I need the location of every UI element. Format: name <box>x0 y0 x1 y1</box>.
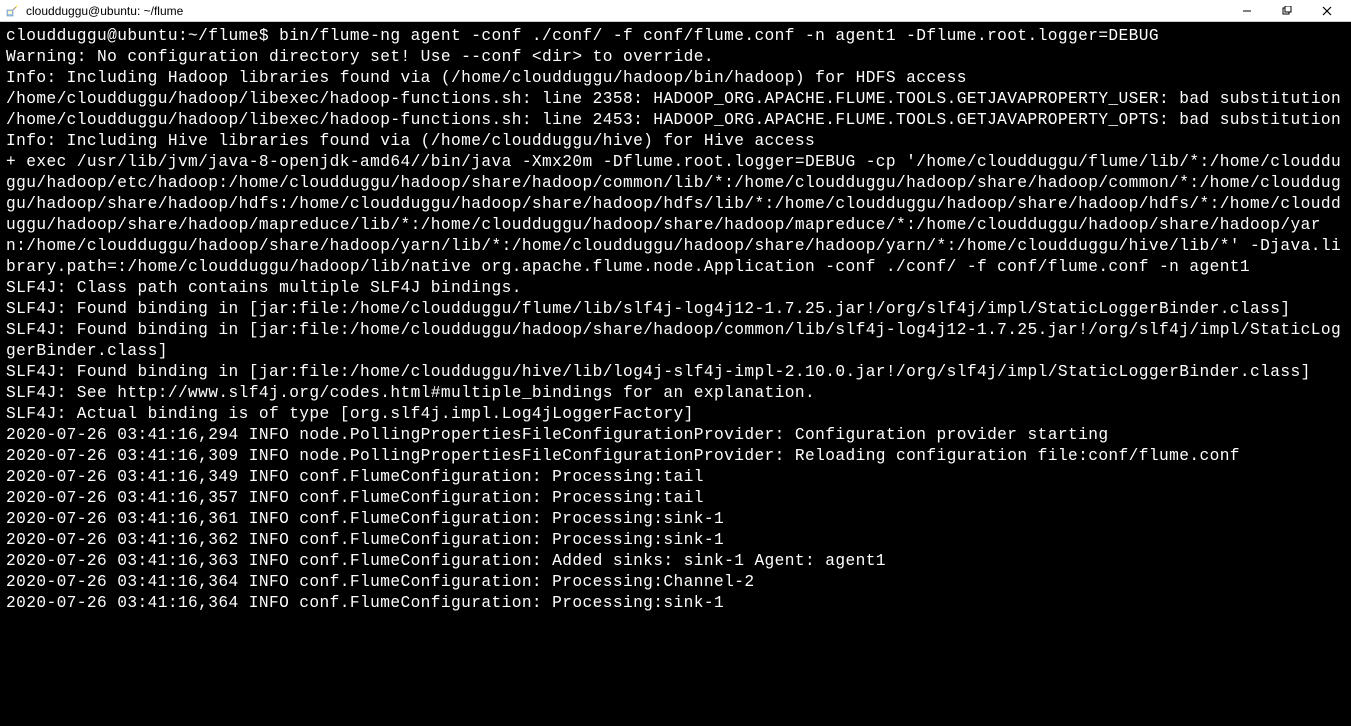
terminal-line: SLF4J: Class path contains multiple SLF4… <box>6 278 1345 299</box>
terminal-line: 2020-07-26 03:41:16,364 INFO conf.FlumeC… <box>6 593 1345 614</box>
close-button[interactable] <box>1307 0 1347 22</box>
minimize-button[interactable] <box>1227 0 1267 22</box>
window-controls <box>1227 0 1347 22</box>
window-titlebar: cloudduggu@ubuntu: ~/flume <box>0 0 1351 22</box>
terminal-line: Info: Including Hive libraries found via… <box>6 131 1345 152</box>
putty-icon <box>4 3 20 19</box>
terminal-line: 2020-07-26 03:41:16,362 INFO conf.FlumeC… <box>6 530 1345 551</box>
maximize-button[interactable] <box>1267 0 1307 22</box>
terminal-line: Warning: No configuration directory set!… <box>6 47 1345 68</box>
terminal-line: 2020-07-26 03:41:16,349 INFO conf.FlumeC… <box>6 467 1345 488</box>
terminal-output[interactable]: cloudduggu@ubuntu:~/flume$ bin/flume-ng … <box>0 22 1351 618</box>
terminal-line: 2020-07-26 03:41:16,363 INFO conf.FlumeC… <box>6 551 1345 572</box>
terminal-line: 2020-07-26 03:41:16,364 INFO conf.FlumeC… <box>6 572 1345 593</box>
terminal-line: 2020-07-26 03:41:16,357 INFO conf.FlumeC… <box>6 488 1345 509</box>
terminal-line: 2020-07-26 03:41:16,361 INFO conf.FlumeC… <box>6 509 1345 530</box>
terminal-line: SLF4J: See http://www.slf4j.org/codes.ht… <box>6 383 1345 404</box>
terminal-line: SLF4J: Found binding in [jar:file:/home/… <box>6 362 1345 383</box>
window-title: cloudduggu@ubuntu: ~/flume <box>26 4 1227 18</box>
terminal-line: 2020-07-26 03:41:16,309 INFO node.Pollin… <box>6 446 1345 467</box>
terminal-line: SLF4J: Found binding in [jar:file:/home/… <box>6 320 1345 362</box>
terminal-line: SLF4J: Found binding in [jar:file:/home/… <box>6 299 1345 320</box>
terminal-line: /home/cloudduggu/hadoop/libexec/hadoop-f… <box>6 110 1345 131</box>
terminal-line: Info: Including Hadoop libraries found v… <box>6 68 1345 89</box>
terminal-line: SLF4J: Actual binding is of type [org.sl… <box>6 404 1345 425</box>
terminal-line: + exec /usr/lib/jvm/java-8-openjdk-amd64… <box>6 152 1345 278</box>
terminal-line: cloudduggu@ubuntu:~/flume$ bin/flume-ng … <box>6 26 1345 47</box>
terminal-line: 2020-07-26 03:41:16,294 INFO node.Pollin… <box>6 425 1345 446</box>
terminal-line: /home/cloudduggu/hadoop/libexec/hadoop-f… <box>6 89 1345 110</box>
